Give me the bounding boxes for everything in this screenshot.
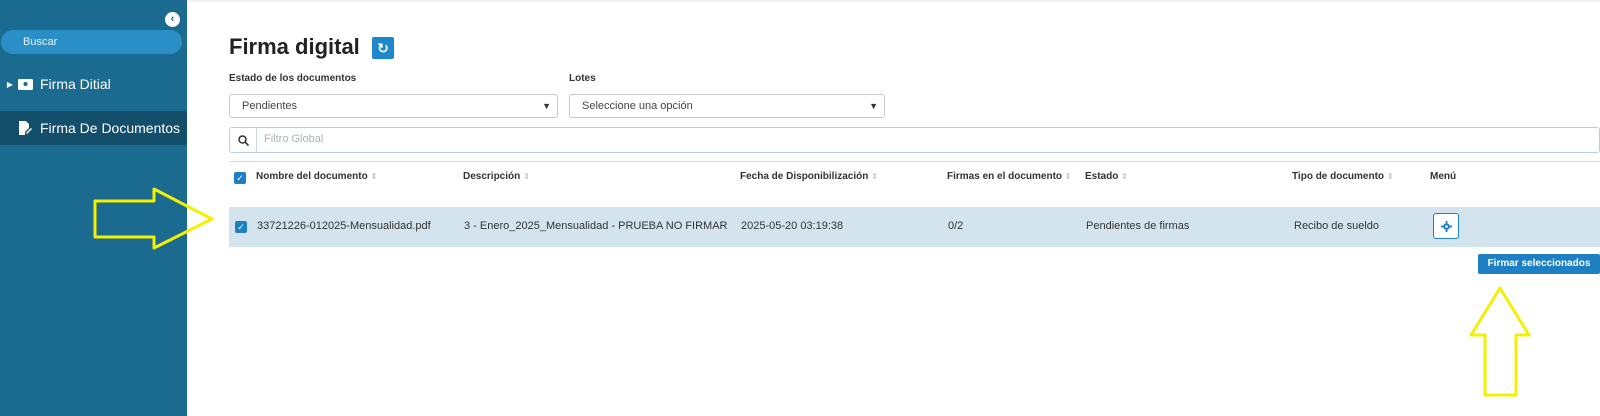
estado-select[interactable]: Pendientes ▼ [229,94,558,118]
refresh-icon[interactable]: ↻ [372,37,394,59]
top-border [187,0,1600,2]
estado-select-value: Pendientes [242,100,298,112]
row-checkbox[interactable]: ✓ [235,221,247,233]
lotes-select[interactable]: Seleccione una opción ▼ [569,94,885,118]
column-header-firmas[interactable]: Firmas en el documento ⇕ [947,171,1072,182]
column-header-fecha[interactable]: Fecha de Disponibilización ⇕ [740,171,878,182]
document-edit-icon [17,121,33,135]
global-filter-input[interactable]: Filtro Global [229,127,1600,153]
chevron-down-icon: ▼ [869,101,878,111]
sidebar-item-firma-de-documentos[interactable]: Firma De Documentos [0,111,187,145]
cell-tipo: Recibo de sueldo [1294,220,1380,232]
lotes-select-value: Seleccione una opción [582,100,693,112]
column-header-tipo[interactable]: Tipo de documento ⇕ [1292,171,1394,182]
sidebar-item-firma-ditial[interactable]: ▶ Firma Ditial [0,67,187,101]
estado-label: Estado de los documentos [229,73,357,84]
column-header-nombre[interactable]: Nombre del documento ⇕ [256,171,377,182]
chevron-left-icon[interactable]: ‹ [165,12,180,27]
sort-icon: ⇕ [523,172,530,181]
id-card-icon [17,78,33,91]
row-menu-button[interactable] [1433,213,1459,239]
table-row[interactable]: ✓ 33721226-012025-Mensualidad.pdf 3 - En… [229,207,1600,247]
gear-icon [1440,220,1452,232]
sort-icon: ⇕ [871,172,879,181]
chevron-down-icon: ▼ [542,101,551,111]
table-header: ✓ Nombre del documento ⇕ Descripción ⇕ Fec… [229,161,1600,191]
sidebar-item-label: Firma Ditial [40,76,111,92]
global-filter-placeholder: Filtro Global [264,133,324,145]
sort-icon: ⇕ [1065,172,1072,181]
annotation-arrow-up [1469,286,1531,397]
column-header-descripcion[interactable]: Descripción ⇕ [463,171,530,182]
sort-icon: ⇕ [1121,172,1129,181]
sign-selected-button[interactable]: Firmar seleccionados [1478,254,1600,274]
cell-estado: Pendientes de firmas [1086,220,1190,232]
cell-fecha: 2025-05-20 03:19:38 [741,220,844,232]
search-button[interactable]: Buscar [1,30,182,54]
cell-descripcion: 3 - Enero_2025_Mensualidad - PRUEBA NO F… [464,220,728,232]
select-all-checkbox[interactable]: ✓ [234,172,246,184]
sort-icon: ⇕ [1387,172,1394,181]
cell-nombre: 33721226-012025-Mensualidad.pdf [257,220,431,232]
lotes-label: Lotes [569,73,596,84]
annotation-arrow-right [93,187,214,250]
page-title: Firma digital [229,34,360,59]
column-header-menu: Menú [1430,171,1457,182]
cell-firmas: 0/2 [948,220,964,232]
column-header-estado[interactable]: Estado ⇕ [1085,171,1128,182]
sort-icon: ⇕ [370,172,378,181]
search-icon [230,128,257,152]
caret-right-icon: ▶ [6,79,14,89]
sidebar-item-label: Firma De Documentos [40,120,181,136]
